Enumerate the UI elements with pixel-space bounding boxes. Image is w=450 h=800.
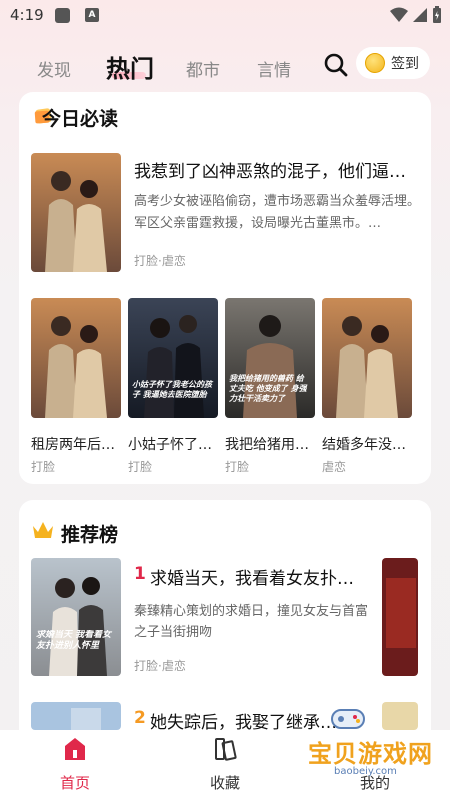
nav-favorites-label: 收藏	[209, 774, 240, 792]
featured-desc: 高考少女被诬陷偷窃，遭市场恶霸当众羞辱活埋。军区父亲雷霆救援，设局曝光古董黑市。…	[134, 194, 421, 231]
cover-text: 小姑子怀了我老公的孩子 我逼她去医院堕胎	[132, 380, 212, 399]
book-title[interactable]: 租房两年后…	[31, 434, 121, 454]
signin-label: 签到	[391, 56, 419, 72]
status-bar: 4:19 A	[0, 0, 450, 32]
signal-icon	[413, 8, 427, 22]
watermark-url: baobeiy.com	[334, 766, 397, 777]
today-card	[19, 92, 431, 484]
book-title[interactable]: 我把给猪用…	[225, 434, 315, 454]
tab-discover[interactable]: 发现	[37, 56, 71, 81]
book-tag: 打脸	[128, 460, 153, 474]
rank-tags: 打脸·虐恋	[134, 659, 186, 673]
status-icons	[390, 6, 442, 24]
nav-home[interactable]: 首页	[25, 730, 125, 800]
nav-home-label: 首页	[59, 774, 90, 792]
today-title: 今日必读	[42, 108, 119, 130]
featured-tags: 打脸·虐恋	[134, 254, 186, 268]
book-tag: 打脸	[225, 460, 250, 474]
watermark: 宝贝游戏网 baobeiy.com	[308, 702, 448, 792]
battery-icon	[433, 6, 441, 23]
top-nav: 发现 热门 都市 言情 签到	[0, 40, 450, 90]
next-column-cover[interactable]	[382, 558, 418, 676]
tab-romance[interactable]: 言情	[257, 56, 291, 81]
ranking-cover[interactable]	[31, 702, 121, 730]
rank-number: 2	[134, 708, 146, 728]
app-notification-icon: A	[85, 8, 99, 22]
rank-title[interactable]: 求婚当天，我看着女友扑…	[150, 564, 360, 589]
featured-cover[interactable]	[31, 153, 121, 272]
nav-favorites[interactable]: 收藏	[175, 730, 275, 800]
book-title[interactable]: 小姑子怀了…	[128, 434, 218, 454]
watermark-text: 宝贝游戏网	[308, 740, 433, 768]
book-cover[interactable]	[322, 298, 412, 418]
featured-title[interactable]: 我惹到了凶神恶煞的混子，他们逼…	[134, 157, 424, 182]
rank-desc: 秦臻精心策划的求婚日，撞见女友与首富之子当街拥吻	[134, 604, 369, 640]
ranking-title: 推荐榜	[61, 524, 119, 546]
search-icon[interactable]	[323, 52, 349, 78]
tab-city[interactable]: 都市	[186, 56, 220, 81]
rank-number: 1	[134, 564, 146, 584]
book-tag: 打脸	[31, 460, 56, 474]
home-icon	[65, 738, 85, 760]
coin-icon	[365, 53, 385, 73]
crown-icon	[33, 522, 53, 538]
book-tag: 虐恋	[322, 460, 347, 474]
status-time: 4:19	[10, 6, 44, 24]
bookshelf-icon	[215, 738, 237, 761]
book-cover[interactable]	[31, 298, 121, 418]
tab-hot[interactable]: 热门	[106, 49, 154, 84]
wifi-icon	[390, 7, 408, 22]
signin-button[interactable]: 签到	[356, 47, 430, 79]
notification-icon	[55, 8, 70, 23]
game-controller-icon	[331, 709, 365, 729]
cover-text: 我把给猪用的兽药 给丈夫吃 他变成了 身强力壮干活卖力了	[229, 374, 307, 403]
book-title[interactable]: 结婚多年没…	[322, 434, 412, 454]
cover-text: 求婚当天 我看着女友扑进别人怀里	[36, 630, 112, 651]
